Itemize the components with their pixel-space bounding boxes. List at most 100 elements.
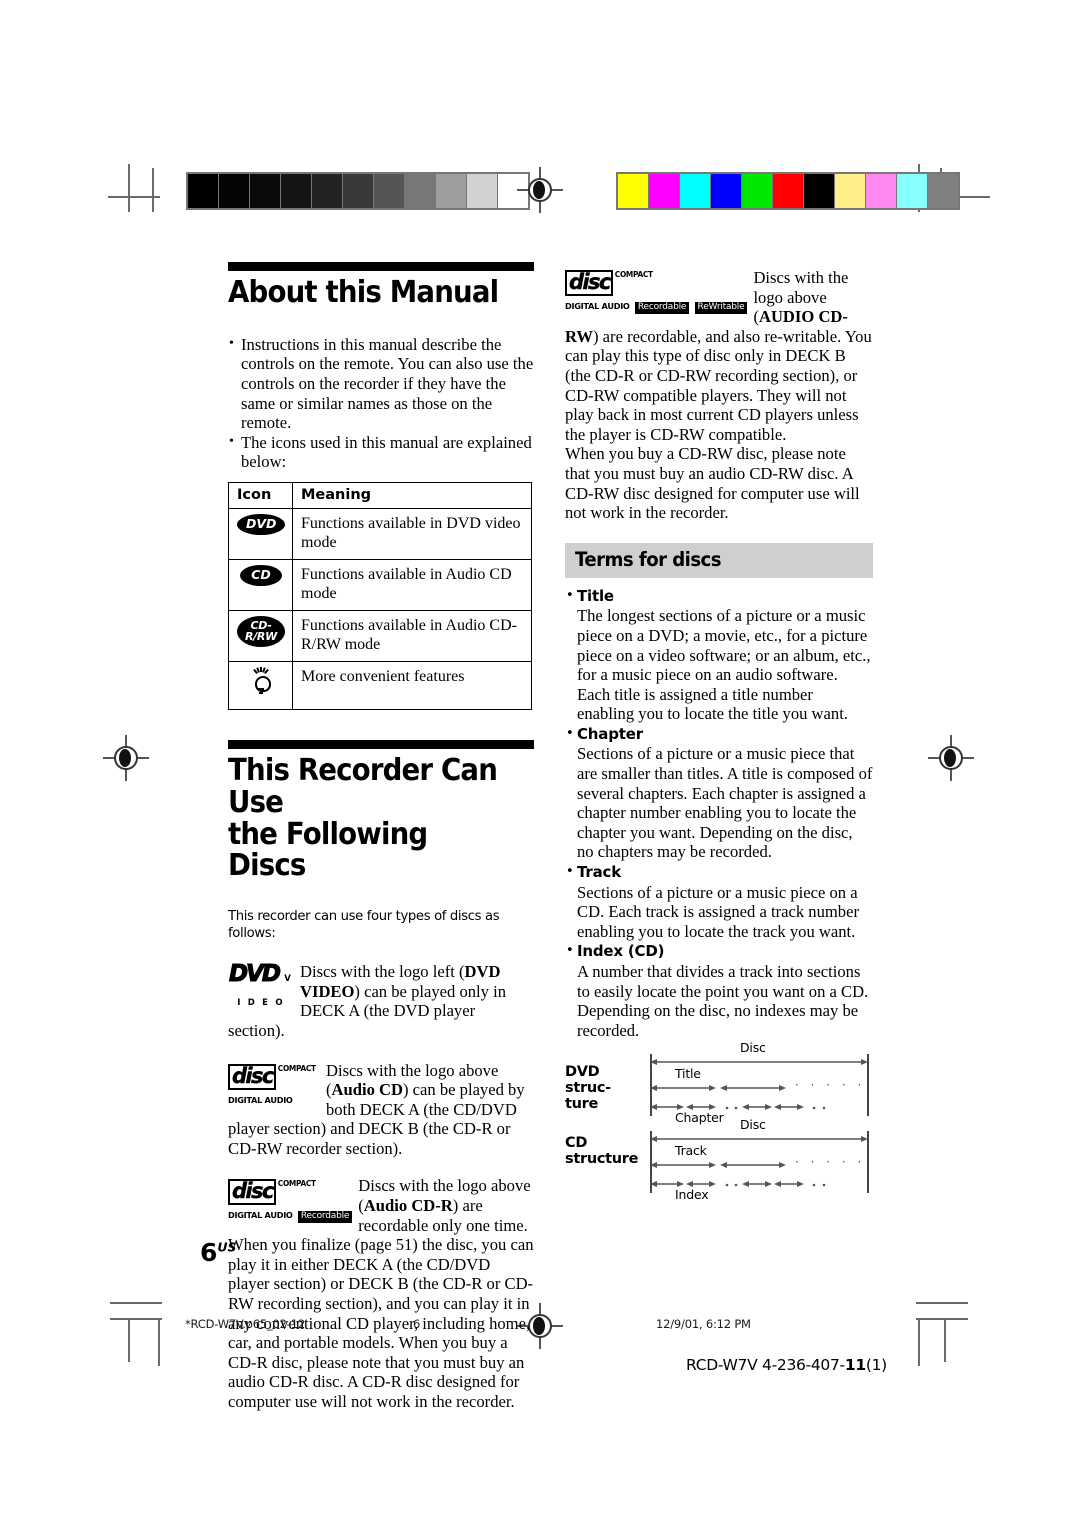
dvd-title-label: Title: [675, 1066, 701, 1081]
term-body: Sections of a picture or a music piece t…: [577, 744, 873, 862]
gray-swatch-6: [374, 174, 405, 208]
page-number-value: 6: [200, 1238, 218, 1267]
dvd-structure-label: DVD struc- ture: [565, 1064, 611, 1112]
disc-dvd-bold-b: VIDEO: [300, 981, 355, 1001]
color-swatch-10: [928, 174, 958, 208]
cd-structure-label: CD structure: [565, 1135, 638, 1167]
table-cell-meaning: Functions available in Audio CD-R/RW mod…: [292, 609, 532, 662]
cd-pill-label: CD: [240, 564, 282, 587]
cd-track-dots: · · · · ·: [795, 1155, 866, 1169]
cd-logo-compact-label: COMPACT: [277, 1062, 316, 1073]
dvd-pill-label: DVD: [237, 513, 286, 536]
dvd-chapter-label: Chapter: [675, 1110, 724, 1125]
color-swatch-0: [618, 174, 649, 208]
cd-structure-label-line2: structure: [565, 1151, 639, 1167]
gray-swatch-7: [405, 174, 436, 208]
term-item-chapter: Chapter Sections of a picture or a music…: [565, 724, 873, 862]
title-rule: [228, 262, 534, 271]
lightbulb-glyph: [246, 666, 276, 697]
compact-disc-digital-audio-logo-icon: disc COMPACT DIGITAL AUDIO: [228, 1062, 320, 1107]
color-swatch-4: [742, 174, 773, 208]
disc-cdr-text-b: ) are recordable only one time. When you…: [228, 1196, 534, 1412]
color-calibration-bar: [616, 172, 960, 210]
gray-swatch-1: [219, 174, 250, 208]
table-row: DVD Functions available in DVD video mod…: [228, 507, 532, 560]
term-item-track: Track Sections of a picture or a music p…: [565, 862, 873, 941]
footer-code-prefix: RCD-W7V 4-236-407-: [686, 1356, 845, 1374]
dvd-video-logo-icon: DVD V I D E O: [228, 961, 294, 1013]
footer-page-number: 6: [413, 1317, 421, 1331]
dvd-structure-label-line1: DVD: [565, 1064, 600, 1080]
page-number: 6US: [200, 1238, 237, 1267]
disc-dvd-bold-a: DVD: [464, 962, 501, 982]
discs-intro-note: This recorder can use four types of disc…: [228, 909, 500, 942]
registration-mark-top: [517, 167, 563, 213]
color-swatch-6: [804, 174, 835, 208]
terms-for-discs-band: Terms for discs: [565, 542, 873, 578]
section-rule-2: [228, 739, 534, 749]
page-number-suffix: US: [217, 1239, 237, 1255]
cd-index-label: Index: [675, 1187, 709, 1202]
table-cell-meaning: Functions available in DVD video mode: [292, 507, 532, 560]
cd-logo-disc-word: disc: [228, 1063, 276, 1090]
term-name: Title: [577, 586, 614, 605]
disc-type-cdr-paragraph: disc COMPACT DIGITAL AUDIO Recordable Di…: [228, 1176, 534, 1411]
cd-track-label: Track: [675, 1143, 707, 1158]
cdrw-logo-disc-word: disc: [565, 270, 613, 296]
registration-mark-right: [928, 735, 974, 781]
cd-disc-label: Disc: [740, 1117, 766, 1132]
cdr-logo-compact-label: COMPACT: [277, 1178, 316, 1189]
dvd-pill-icon: DVD: [228, 507, 293, 560]
table-row: CD-R/RW Functions available in Audio CD-…: [228, 609, 532, 662]
cdrw-logo-rewritable-tag: ReWritable: [694, 302, 748, 314]
disc-cd-bold-b: CD: [379, 1080, 403, 1100]
column-header-meaning: Meaning: [292, 481, 532, 509]
footer-filename: *RCD-W7V.p65_02-12: [185, 1317, 305, 1331]
disc-cdr-bold-b: CD-R: [411, 1196, 453, 1216]
gray-swatch-9: [467, 174, 498, 208]
list-item: Instructions in this manual describe the…: [228, 334, 534, 433]
cd-pill-icon: CD: [228, 558, 293, 611]
compact-disc-recordable-logo-icon: disc COMPACT DIGITAL AUDIO Recordable: [228, 1178, 353, 1223]
cd-r-rw-pill-icon: CD-R/RW: [228, 609, 293, 662]
disc-structure-diagram: DVD struc- ture Disc Title · · · · · Cha…: [565, 1040, 877, 1202]
color-swatch-1: [649, 174, 680, 208]
terms-heading: Terms for discs: [575, 547, 722, 571]
dvd-structure-label-line2: struc-: [565, 1080, 611, 1096]
terms-list: Title The longest sections of a picture …: [565, 586, 873, 1041]
cd-structure-label-line1: CD: [565, 1135, 588, 1151]
color-swatch-5: [773, 174, 804, 208]
lightbulb-icon: [228, 660, 293, 710]
gray-swatch-4: [312, 174, 343, 208]
gray-swatch-2: [250, 174, 281, 208]
disc-cdr-bold-a: Audio: [363, 1196, 408, 1216]
section-title-2-line1: This Recorder Can Use: [228, 752, 498, 820]
cdrw-purchase-note: When you buy a CD-RW disc, please note t…: [565, 444, 860, 523]
disc-cdrw-bold-a: AUDIO: [758, 307, 815, 327]
dvd-disc-label: Disc: [740, 1040, 766, 1055]
color-swatch-3: [711, 174, 742, 208]
dvd-video-logo-top: DVD: [228, 961, 281, 988]
cd-logo-digital-audio-label: DIGITAL AUDIO: [228, 1094, 293, 1105]
disc-type-cd-paragraph: disc COMPACT DIGITAL AUDIO Discs with th…: [228, 1061, 534, 1159]
color-swatch-7: [835, 174, 866, 208]
term-body: A number that divides a track into secti…: [577, 962, 869, 1040]
icon-meaning-table: Icon Meaning DVD Functions available in …: [228, 481, 532, 710]
term-name: Track: [577, 863, 621, 882]
footer-timestamp: 12/9/01, 6:12 PM: [656, 1317, 751, 1331]
page-title: About this Manual: [228, 275, 499, 310]
right-column: disc COMPACT DIGITAL AUDIO Recordable Re…: [565, 268, 873, 1040]
dvd-title-dots: · · · · ·: [795, 1078, 866, 1092]
table-header-row: Icon Meaning: [228, 481, 532, 509]
term-body: The longest sections of a picture or a m…: [577, 606, 871, 724]
color-swatch-9: [897, 174, 928, 208]
disc-type-cdrw-paragraph: disc COMPACT DIGITAL AUDIO Recordable Re…: [565, 268, 873, 444]
footer-code-suffix: (1): [865, 1356, 887, 1374]
cd-r-rw-pill-label: CD-R/RW: [237, 615, 285, 647]
term-body: Sections of a picture or a music piece o…: [577, 882, 859, 941]
section-title-2-line2: the Following Discs: [228, 816, 428, 884]
term-name: Index (CD): [577, 942, 665, 961]
manual-page: About this Manual Instructions in this m…: [0, 0, 1080, 1528]
cdrw-logo-digital-audio-label: DIGITAL AUDIO: [565, 301, 630, 311]
intro-bullet-list: Instructions in this manual describe the…: [228, 334, 534, 472]
